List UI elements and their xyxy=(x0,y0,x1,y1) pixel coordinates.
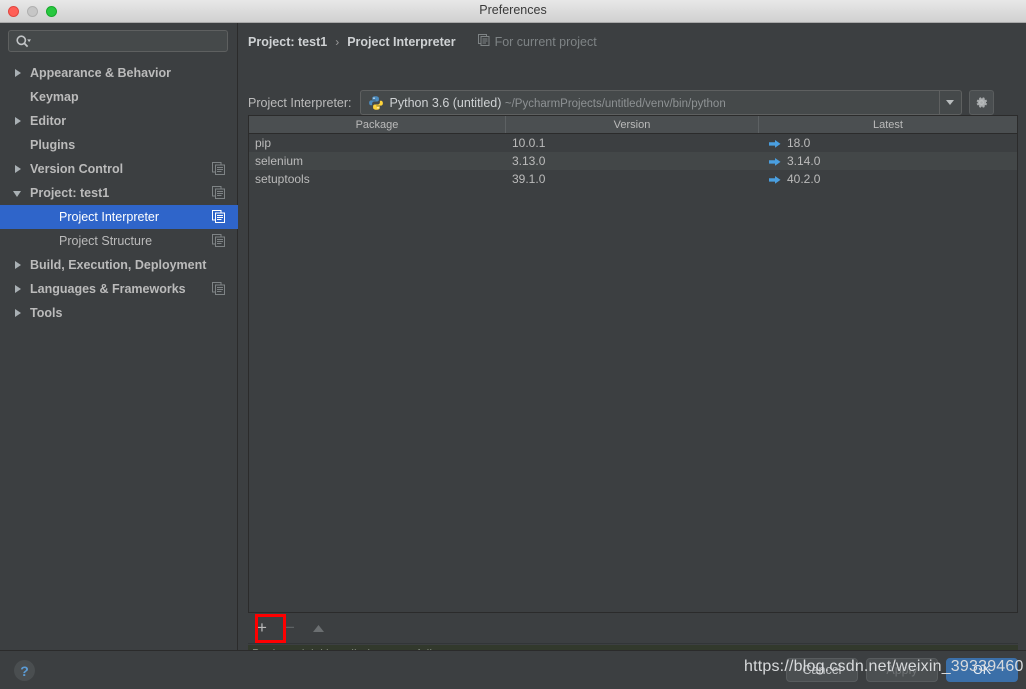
sidebar-item-tools[interactable]: Tools xyxy=(0,301,238,325)
cell-latest[interactable]: 18.0 xyxy=(759,134,1017,152)
breadcrumb: Project: test1 › Project Interpreter For… xyxy=(248,34,597,49)
cell-latest[interactable]: 40.2.0 xyxy=(759,170,1017,188)
preferences-window: Preferences Appearance & Behavior Keymap E… xyxy=(0,0,1026,689)
chevron-right-icon[interactable] xyxy=(12,283,25,296)
chevron-right-icon[interactable] xyxy=(12,307,25,320)
chevron-down-icon[interactable] xyxy=(938,91,961,114)
python-icon xyxy=(368,95,384,111)
settings-tree: Appearance & Behavior Keymap Editor Plugins… xyxy=(0,61,238,325)
sidebar-item-label: Appearance & Behavior xyxy=(30,66,172,80)
sidebar-item-version-control[interactable]: Version Control xyxy=(0,157,238,181)
upgrade-package-button[interactable] xyxy=(304,614,332,642)
module-icon xyxy=(212,162,225,175)
chevron-right-icon[interactable] xyxy=(12,115,25,128)
chevron-right-icon[interactable] xyxy=(12,163,25,176)
upgrade-arrow-icon xyxy=(769,156,781,166)
upgrade-arrow-icon xyxy=(769,138,781,148)
upgrade-arrow-icon xyxy=(769,158,781,166)
cell-version: 39.1.0 xyxy=(512,172,546,186)
breadcrumb-separator: › xyxy=(335,34,340,49)
column-header-version[interactable]: Version xyxy=(506,116,759,133)
sidebar-item-appearance-behavior[interactable]: Appearance & Behavior xyxy=(0,61,238,85)
interpreter-row: Project Interpreter: Python 3.6 (untitle… xyxy=(248,90,994,115)
interpreter-dropdown[interactable]: Python 3.6 (untitled) ~/PycharmProjects/… xyxy=(359,90,962,115)
interpreter-name: Python 3.6 (untitled) xyxy=(389,95,502,110)
upgrade-arrow-icon xyxy=(769,140,781,148)
sidebar-item-label: Build, Execution, Deployment xyxy=(30,258,207,272)
sidebar-item-project-interpreter[interactable]: Project Interpreter xyxy=(0,205,238,229)
sidebar-item-label: Project: test1 xyxy=(30,186,110,200)
sidebar-item-languages-frameworks[interactable]: Languages & Frameworks xyxy=(0,277,238,301)
upgrade-arrow-icon xyxy=(769,176,781,184)
cell-version: 10.0.1 xyxy=(512,136,546,150)
scope-label: For current project xyxy=(494,34,597,49)
module-icon xyxy=(477,34,490,49)
sidebar-item-build-execution-deployment[interactable]: Build, Execution, Deployment xyxy=(0,253,238,277)
sidebar-item-label: Languages & Frameworks xyxy=(30,282,186,296)
interpreter-path: ~/PycharmProjects/untitled/venv/bin/pyth… xyxy=(504,97,726,110)
packages-toolbar: + − xyxy=(248,613,1018,644)
chevron-right-icon[interactable] xyxy=(12,67,25,80)
help-button[interactable]: ? xyxy=(14,660,35,681)
sidebar-item-label: Keymap xyxy=(30,90,79,104)
module-icon xyxy=(212,210,225,223)
sidebar-item-label: Project Interpreter xyxy=(59,210,160,224)
watermark: https://blog.csdn.net/weixin_39339460 xyxy=(744,658,1024,675)
sidebar-item-project-test1[interactable]: Project: test1 xyxy=(0,181,238,205)
module-icon xyxy=(212,186,225,199)
latest-version-label: 3.14.0 xyxy=(787,154,821,168)
breadcrumb-parent[interactable]: Project: test1 xyxy=(248,35,327,49)
title-bar: Preferences xyxy=(0,0,1026,23)
table-row[interactable]: pip 10.0.1 18.0 xyxy=(249,134,1017,152)
sidebar-item-label: Project Structure xyxy=(59,234,153,248)
sidebar-item-keymap[interactable]: Keymap xyxy=(0,85,238,109)
table-row[interactable]: selenium 3.13.0 3.14.0 xyxy=(249,152,1017,170)
table-row[interactable]: setuptools 39.1.0 40.2.0 xyxy=(249,170,1017,188)
search-input[interactable] xyxy=(35,31,223,51)
search-icon xyxy=(15,34,31,50)
cell-package: selenium xyxy=(255,154,304,168)
table-body: pip 10.0.1 18.0 selenium 3.13.0 3.14.0 setup… xyxy=(249,134,1017,188)
module-icon xyxy=(212,234,225,247)
sidebar-item-label: Version Control xyxy=(30,162,124,176)
settings-sidebar: Appearance & Behavior Keymap Editor Plugins… xyxy=(0,23,238,650)
interpreter-value: Python 3.6 (untitled) ~/PycharmProjects/… xyxy=(390,96,726,110)
interpreter-label: Project Interpreter: xyxy=(248,95,352,110)
latest-version-label: 40.2.0 xyxy=(787,172,821,186)
interpreter-settings-button[interactable] xyxy=(968,90,994,115)
sidebar-item-label: Plugins xyxy=(30,138,76,152)
column-header-latest[interactable]: Latest xyxy=(759,116,1017,133)
search-field[interactable] xyxy=(8,30,228,52)
sidebar-item-label: Editor xyxy=(30,114,67,128)
main-pane: Project: test1 › Project Interpreter For… xyxy=(239,23,1026,663)
latest-version-label: 18.0 xyxy=(787,136,811,150)
cell-latest[interactable]: 3.14.0 xyxy=(759,152,1017,170)
sidebar-item-editor[interactable]: Editor xyxy=(0,109,238,133)
upgrade-arrow-icon xyxy=(769,174,781,184)
sidebar-item-plugins[interactable]: Plugins xyxy=(0,133,238,157)
chevron-right-icon[interactable] xyxy=(12,259,25,272)
sidebar-item-project-structure[interactable]: Project Structure xyxy=(0,229,238,253)
window-title: Preferences xyxy=(479,3,547,17)
sidebar-item-label: Tools xyxy=(30,306,63,320)
cell-package: pip xyxy=(255,136,272,150)
page-title: Project Interpreter xyxy=(347,34,456,49)
chevron-down-icon[interactable] xyxy=(12,187,25,200)
cell-package: setuptools xyxy=(255,172,310,186)
cell-version: 3.13.0 xyxy=(512,154,546,168)
remove-package-button[interactable]: − xyxy=(276,614,304,642)
scope-indicator: For current project xyxy=(477,34,597,49)
add-package-button[interactable]: + xyxy=(248,614,276,642)
triangle-up-icon xyxy=(312,624,324,632)
gear-icon xyxy=(976,97,987,108)
packages-table[interactable]: Package Version Latest pip 10.0.1 18.0 selen… xyxy=(248,115,1018,613)
module-icon xyxy=(212,282,225,295)
column-header-package[interactable]: Package xyxy=(249,116,506,133)
table-header-row: Package Version Latest xyxy=(249,116,1017,134)
